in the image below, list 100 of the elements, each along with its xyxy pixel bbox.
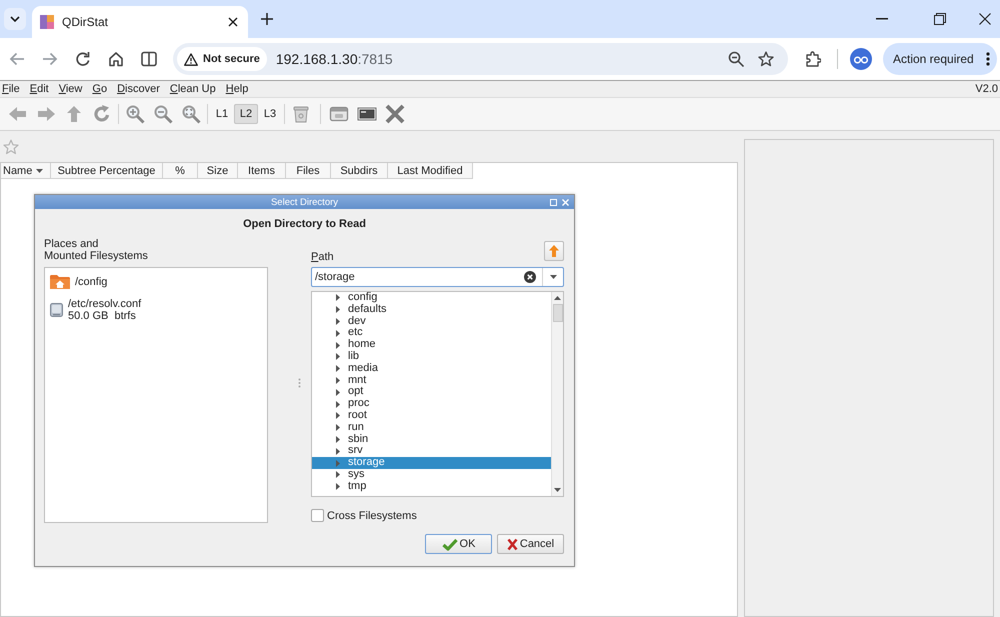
plus-icon[interactable]: [261, 13, 273, 25]
column-header[interactable]: %: [163, 163, 198, 179]
arrow-left-icon[interactable]: [8, 52, 24, 66]
tree-item[interactable]: mnt: [312, 374, 551, 386]
reload-icon[interactable]: [74, 51, 90, 67]
tree-item[interactable]: srv: [312, 445, 551, 458]
action-required-button[interactable]: Action required: [883, 43, 997, 75]
disk-drive-icon: [50, 303, 63, 317]
tree-item[interactable]: dev: [312, 316, 551, 328]
expand-arrow-icon[interactable]: [336, 400, 340, 408]
column-header[interactable]: Subtree Percentage: [51, 163, 163, 179]
chevron-down-icon: [10, 16, 20, 22]
expand-arrow-icon[interactable]: [336, 471, 340, 478]
tree-item[interactable]: etc: [312, 327, 551, 340]
scrollbar[interactable]: [551, 292, 563, 496]
place-item[interactable]: /config: [50, 274, 263, 289]
refresh-icon[interactable]: [92, 104, 112, 124]
expand-arrow-icon[interactable]: [336, 412, 340, 420]
expand-arrow-icon[interactable]: [336, 294, 340, 302]
tree-item[interactable]: sys: [312, 468, 551, 481]
column-header[interactable]: Last Modified: [388, 163, 473, 179]
tree-item[interactable]: media: [312, 362, 551, 375]
version-label: V2.0: [975, 83, 999, 95]
tree-item[interactable]: opt: [312, 386, 551, 398]
puzzle-icon[interactable]: [805, 51, 821, 67]
avatar-icon[interactable]: [850, 48, 872, 70]
expand-arrow-icon[interactable]: [336, 353, 340, 360]
maximize-icon[interactable]: [550, 198, 557, 206]
close-icon[interactable]: [228, 17, 238, 27]
column-header[interactable]: Items: [238, 163, 286, 179]
ok-button[interactable]: OK: [425, 534, 492, 554]
zoom-in-icon[interactable]: [125, 104, 145, 124]
tree-item[interactable]: root: [312, 410, 551, 422]
tree-item[interactable]: lib: [312, 350, 551, 363]
warning-icon: [184, 52, 198, 66]
close-icon[interactable]: [979, 13, 991, 25]
expand-arrow-icon[interactable]: [336, 342, 340, 349]
expand-arrow-icon[interactable]: [336, 330, 340, 337]
splitter-handle[interactable]: [298, 378, 301, 388]
tree-item[interactable]: run: [312, 422, 551, 434]
split-panel-icon[interactable]: [140, 51, 156, 67]
kebab-menu-icon: [986, 52, 990, 66]
star-icon[interactable]: [758, 51, 774, 67]
menu-item[interactable]: File: [0, 83, 25, 95]
minimize-icon[interactable]: [876, 18, 888, 20]
scrollbar-thumb[interactable]: [552, 304, 562, 322]
expand-arrow-icon[interactable]: [336, 436, 340, 443]
tree-item[interactable]: storage: [312, 457, 551, 469]
menu-item[interactable]: Clean Up: [164, 83, 221, 95]
tree-item[interactable]: config: [312, 292, 551, 304]
expand-arrow-icon[interactable]: [336, 318, 340, 325]
scroll-up-icon[interactable]: [554, 296, 561, 300]
menu-item[interactable]: Help: [220, 83, 254, 95]
expand-arrow-icon[interactable]: [336, 376, 340, 384]
security-chip[interactable]: Not secure: [177, 47, 267, 71]
level-button[interactable]: L1: [210, 104, 234, 124]
checkbox-label[interactable]: Cross Filesystems: [327, 510, 417, 522]
menu-item[interactable]: View: [54, 83, 88, 95]
star-icon[interactable]: [3, 138, 19, 154]
arrow-up-icon: [549, 245, 559, 257]
zoom-out-icon[interactable]: [728, 51, 744, 67]
tree-item[interactable]: home: [312, 339, 551, 351]
level-button[interactable]: L2: [234, 104, 258, 124]
expand-arrow-icon[interactable]: [336, 306, 340, 314]
dropdown-caret-icon[interactable]: [550, 275, 556, 279]
tree-item[interactable]: sbin: [312, 434, 551, 446]
checkbox[interactable]: [311, 509, 324, 522]
tree-item[interactable]: tmp: [312, 480, 551, 493]
level-button[interactable]: L3: [258, 104, 282, 124]
column-header[interactable]: Size: [198, 163, 238, 179]
url-text[interactable]: 192.168.1.30:7815: [276, 51, 393, 67]
expand-arrow-icon[interactable]: [336, 483, 340, 490]
home-icon[interactable]: [108, 51, 124, 67]
expand-arrow-icon[interactable]: [336, 365, 340, 372]
path-combobox[interactable]: /storage: [311, 267, 564, 287]
menu-item[interactable]: Discover: [112, 83, 165, 95]
column-header[interactable]: Files: [286, 163, 331, 179]
clear-icon[interactable]: [524, 271, 536, 283]
column-header[interactable]: Subdirs: [331, 163, 388, 179]
browser-tab[interactable]: QDirStat: [32, 6, 248, 38]
expand-arrow-icon[interactable]: [336, 388, 340, 396]
column-header[interactable]: Name: [1, 163, 51, 179]
expand-arrow-icon[interactable]: [336, 448, 340, 455]
tab-list-button[interactable]: [4, 8, 26, 30]
tree-item[interactable]: proc: [312, 398, 551, 410]
menu-item[interactable]: Edit: [24, 83, 54, 95]
arrow-right-icon[interactable]: [42, 52, 58, 66]
place-item[interactable]: /etc/resolv.conf 50.0 GB btrfs: [50, 298, 263, 322]
expand-arrow-icon[interactable]: [336, 424, 340, 432]
places-label: Places and Mounted Filesystems: [44, 238, 149, 262]
cancel-button[interactable]: Cancel: [497, 534, 564, 554]
trash-can-icon[interactable]: [291, 104, 311, 124]
scroll-down-icon[interactable]: [554, 488, 561, 492]
menu-item[interactable]: Go: [87, 83, 112, 95]
sort-caret-icon: [36, 168, 44, 172]
address-bar[interactable]: Not secure 192.168.1.30:7815: [173, 43, 788, 75]
tree-item[interactable]: defaults: [312, 304, 551, 316]
zoom-fit-icon[interactable]: [181, 104, 201, 124]
window-icon[interactable]: [329, 104, 349, 124]
restore-icon[interactable]: [934, 13, 946, 25]
